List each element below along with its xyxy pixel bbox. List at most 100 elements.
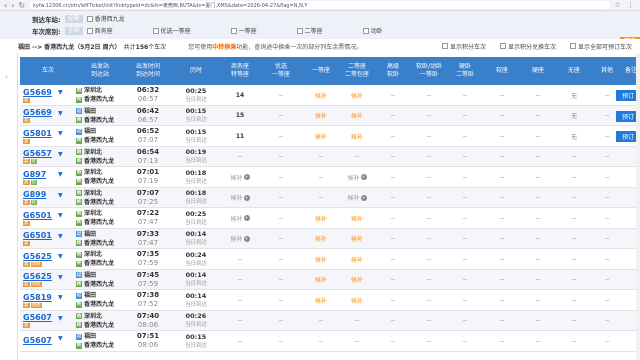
seat-availability-cell[interactable]: 候补 — [302, 126, 340, 146]
arrival-all-tag[interactable]: 全部 — [64, 14, 83, 23]
checkbox[interactable] — [86, 27, 93, 34]
train-number-link[interactable]: G5657 — [23, 149, 52, 158]
duration-cell: 00:25 当日到达 — [172, 85, 220, 105]
waitlist-add-icon[interactable]: + — [360, 194, 367, 201]
train-number-link[interactable]: G5625 — [23, 252, 52, 261]
checkbox[interactable] — [296, 27, 303, 34]
station-type-icon: 终 — [76, 260, 82, 267]
seat-availability-cell[interactable]: 候补 — [340, 270, 374, 290]
stops-dropdown-icon[interactable]: ▼ — [58, 253, 63, 260]
stops-dropdown-icon[interactable]: ▼ — [58, 315, 63, 322]
waitlist-add-icon[interactable]: + — [243, 174, 250, 180]
train-number-link[interactable]: G5669 — [23, 108, 52, 117]
stops-dropdown-icon[interactable]: ▼ — [58, 294, 63, 301]
seat-value: -- — [499, 276, 505, 283]
seat-value: 候补 — [350, 297, 363, 305]
seat-availability-cell[interactable]: 候补 — [302, 290, 340, 310]
seat-value: 候补 — [230, 215, 243, 223]
seat-option-business[interactable]: 商务座 — [86, 26, 113, 35]
transfer-link[interactable]: 中转换乘 — [212, 44, 236, 51]
seat-availability-cell[interactable]: 候补 — [340, 229, 374, 249]
checkbox[interactable] — [569, 43, 576, 49]
seat-availability-cell[interactable]: 候补 + — [220, 229, 260, 249]
checkbox[interactable] — [86, 15, 93, 22]
train-number-link[interactable]: G897 — [23, 170, 46, 179]
arrival-day: 当日到达 — [184, 178, 207, 185]
checkbox[interactable] — [499, 43, 506, 49]
seat-option-sleeper[interactable]: 动卧 — [362, 26, 383, 35]
show-all-bookable[interactable]: 显示全部可预订车次 — [569, 42, 632, 51]
waitlist-add-icon[interactable]: + — [243, 235, 250, 242]
column-header[interactable]: 车次 — [20, 57, 76, 85]
seat-availability-cell[interactable]: 候补 — [302, 208, 340, 228]
seat-option-second[interactable]: 二等座 — [296, 26, 323, 35]
train-tag: 复 — [23, 323, 30, 328]
arrival-time: 08:06 — [137, 341, 159, 349]
checkbox[interactable] — [152, 27, 159, 34]
stops-dropdown-icon[interactable]: ▼ — [58, 151, 63, 158]
train-number-link[interactable]: G5607 — [23, 336, 52, 345]
seat-option-first[interactable]: 一等座 — [230, 26, 257, 35]
checkbox[interactable] — [441, 43, 448, 49]
arrival-time: 07:13 — [137, 156, 159, 165]
reload-icon[interactable]: ↻ — [18, 1, 25, 10]
waitlist-add-icon[interactable]: + — [360, 174, 367, 180]
station-name: 香港西九龙 — [84, 301, 115, 308]
seat-availability-cell[interactable]: 候补 — [340, 290, 374, 310]
train-number-link[interactable]: G5819 — [23, 293, 52, 302]
column-header[interactable]: 出发时间 到达时间 — [124, 57, 172, 85]
train-number-link[interactable]: G6501 — [23, 231, 52, 240]
checkbox[interactable] — [230, 27, 237, 34]
checkbox[interactable] — [362, 27, 369, 34]
station-name: 深圳北 — [84, 189, 103, 197]
address-bar[interactable]: kyfw.12306.cn/otn/leftTicket/init?linkty… — [29, 1, 611, 9]
stops-dropdown-icon[interactable]: ▼ — [58, 110, 63, 117]
stops-dropdown-icon[interactable]: ▼ — [58, 212, 63, 219]
seat-availability-cell[interactable]: 候补 + — [340, 188, 374, 208]
side-collapse-strip: ‹ — [0, 53, 18, 360]
seat-availability-cell[interactable]: 候补 — [340, 249, 374, 269]
seat-availability-cell[interactable]: 候补 — [302, 270, 340, 290]
seat-availability-cell[interactable]: 候补 — [302, 229, 340, 249]
stops-dropdown-icon[interactable]: ▼ — [58, 233, 63, 240]
stops-dropdown-icon[interactable]: ▼ — [58, 335, 63, 342]
stops-dropdown-icon[interactable]: ▼ — [58, 274, 63, 281]
stops-dropdown-icon[interactable]: ▼ — [58, 89, 63, 96]
seat-availability-cell[interactable]: 候补 — [340, 85, 374, 105]
seat-availability-cell[interactable]: 候补 — [340, 126, 374, 146]
seat-option-premium-first[interactable]: 优选一等座 — [152, 26, 191, 35]
collapse-chevron-icon[interactable]: ‹ — [5, 73, 8, 81]
station-type-icon: 终 — [76, 342, 82, 349]
seat-all-tag[interactable]: 全部 — [64, 26, 83, 35]
forward-icon[interactable]: › — [11, 1, 14, 10]
arrival-option[interactable]: 香港西九龙 — [86, 14, 125, 23]
train-number-link[interactable]: G5669 — [23, 88, 52, 97]
train-number-link[interactable]: G6501 — [23, 211, 52, 220]
seat-availability-cell[interactable]: 候补 — [340, 106, 374, 126]
train-number-link[interactable]: G5625 — [23, 272, 52, 281]
show-points-exchange[interactable]: 显示积分兑换车次 — [499, 42, 556, 51]
seat-value: -- — [278, 317, 284, 324]
train-number-link[interactable]: G899 — [23, 190, 46, 199]
seat-availability-cell[interactable]: 候补 + — [220, 167, 260, 187]
browser-toolbar-icons[interactable]: ☆ ⋮ — [614, 1, 636, 9]
stops-dropdown-icon[interactable]: ▼ — [58, 130, 63, 137]
seat-availability-cell[interactable]: 候补 + — [220, 188, 260, 208]
stops-dropdown-icon[interactable]: ▼ — [58, 192, 63, 199]
stops-dropdown-icon[interactable]: ▼ — [58, 171, 63, 178]
scrollbar[interactable] — [636, 53, 640, 360]
seat-availability-cell[interactable]: 候补 + — [220, 208, 260, 228]
train-number-link[interactable]: G5607 — [23, 313, 52, 322]
column-header[interactable]: 历时 — [172, 57, 220, 85]
back-icon[interactable]: ‹ — [4, 1, 7, 10]
seat-availability-cell[interactable]: 候补 + — [340, 167, 374, 187]
seat-availability-cell[interactable]: 候补 — [302, 249, 340, 269]
train-number-link[interactable]: G5801 — [23, 129, 52, 138]
seat-availability-cell[interactable]: 候补 — [302, 85, 340, 105]
waitlist-add-icon[interactable]: + — [243, 194, 250, 201]
seat-value: -- — [318, 337, 324, 345]
seat-availability-cell[interactable]: 候补 — [302, 106, 340, 126]
seat-availability-cell[interactable]: 候补 — [340, 208, 374, 228]
show-points-trains[interactable]: 显示积分车次 — [441, 42, 486, 51]
waitlist-add-icon[interactable]: + — [243, 215, 250, 221]
